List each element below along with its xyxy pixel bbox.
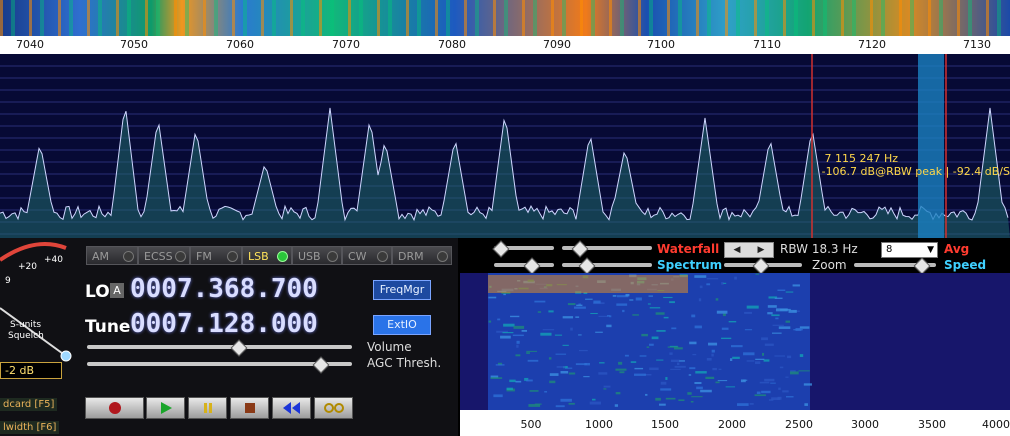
waterfall-label: Waterfall (657, 242, 720, 256)
chevron-down-icon: ▼ (927, 245, 934, 255)
freq-tick: 7070 (332, 38, 360, 51)
freqmgr-button[interactable]: FreqMgr (373, 280, 431, 300)
spectrum-range-slider[interactable] (562, 263, 652, 267)
rewind-icon (282, 402, 300, 414)
mode-am-button[interactable]: AM (86, 246, 138, 265)
waterfall-display[interactable] (0, 0, 1010, 36)
cursor-frequency-readout: 7 115 247 Hz (824, 152, 898, 165)
play-icon (160, 402, 172, 414)
mode-lsb-button[interactable]: LSB (242, 246, 292, 265)
audio-tick: 500 (520, 418, 542, 431)
freq-tick: 7130 (963, 38, 991, 51)
spectrum-label: Spectrum (657, 258, 723, 272)
freq-tick: 7100 (647, 38, 675, 51)
s-meter-title: S-units (10, 320, 42, 330)
led-icon (377, 251, 388, 262)
freq-tick: 7040 (16, 38, 44, 51)
squelch-title: Squelch (8, 331, 44, 341)
zoom-label: Zoom (812, 258, 847, 272)
lo-label: LO (85, 282, 110, 302)
s-meter-label: +40 (44, 255, 63, 265)
right-arrow-icon[interactable]: ▶ (749, 243, 773, 257)
audio-waterfall-image (488, 273, 812, 410)
tune-frequency-display[interactable]: 0007.128.000 (130, 309, 318, 339)
rbw-label: RBW 18.3 Hz (780, 242, 858, 256)
audio-tick: 3500 (918, 418, 946, 431)
soundcard-button[interactable]: dcard [F5] (0, 398, 58, 411)
volume-slider[interactable] (87, 345, 352, 349)
squelch-value[interactable]: -2 dB (0, 362, 62, 379)
audio-tick: 1000 (585, 418, 613, 431)
tune-label: Tune (85, 317, 131, 337)
mode-label: CW (348, 250, 367, 263)
led-icon (227, 251, 238, 262)
s-meter-label: +20 (18, 262, 37, 272)
lo-badge[interactable]: A (110, 283, 124, 298)
mode-fm-button[interactable]: FM (190, 246, 242, 265)
rbw-stepper[interactable]: ◀ ▶ (724, 242, 774, 258)
stop-button[interactable] (230, 397, 269, 419)
freq-tick: 7050 (120, 38, 148, 51)
led-icon (327, 251, 338, 262)
avg-label: Avg (944, 242, 970, 256)
averaging-value: 8 (886, 244, 893, 255)
mode-ecss-button[interactable]: ECSS (138, 246, 190, 265)
mode-label: FM (196, 250, 212, 263)
averaging-select[interactable]: 8 ▼ (881, 242, 938, 258)
mode-label: ECSS (144, 250, 173, 263)
s-meter-label: 9 (5, 276, 11, 286)
freq-tick: 7110 (753, 38, 781, 51)
extio-button[interactable]: ExtIO (373, 315, 431, 335)
spectrum-display[interactable] (0, 54, 1010, 238)
play-button[interactable] (146, 397, 185, 419)
record-icon (108, 402, 121, 414)
mode-label: AM (92, 250, 110, 263)
mode-usb-button[interactable]: USB (292, 246, 342, 265)
spectrum-trace (0, 54, 1010, 238)
mode-label: LSB (248, 250, 269, 263)
volume-label: Volume (367, 340, 412, 354)
led-icon (175, 251, 186, 262)
pause-button[interactable] (188, 397, 227, 419)
loop-button[interactable] (314, 397, 353, 419)
audio-frequency-axis: 500 1000 1500 2000 2500 3000 3500 4000 (460, 410, 1010, 436)
led-icon (277, 251, 288, 262)
lo-frequency-display[interactable]: 0007.368.700 (130, 274, 318, 304)
freq-tick: 7090 (543, 38, 571, 51)
bandwidth-button[interactable]: lwidth [F6] (0, 421, 60, 434)
mode-label: USB (298, 250, 321, 263)
frequency-axis[interactable]: 7040 7050 7060 7070 7080 7090 7100 7110 … (0, 36, 1010, 55)
freq-tick: 7060 (226, 38, 254, 51)
freq-tick: 7080 (438, 38, 466, 51)
mode-label: DRM (398, 250, 424, 263)
mode-cw-button[interactable]: CW (342, 246, 392, 265)
record-button[interactable] (85, 397, 144, 419)
stop-icon (244, 403, 255, 413)
audio-waterfall[interactable] (460, 273, 1010, 410)
led-icon (437, 251, 448, 262)
left-arrow-icon[interactable]: ◀ (725, 243, 749, 257)
freq-tick: 7120 (858, 38, 886, 51)
audio-tick: 3000 (851, 418, 879, 431)
loop-icon (323, 403, 344, 413)
audio-tick: 4000 (982, 418, 1010, 431)
led-icon (123, 251, 134, 262)
rewind-button[interactable] (272, 397, 311, 419)
mode-drm-button[interactable]: DRM (392, 246, 452, 265)
agc-threshold-label: AGC Thresh. (367, 356, 442, 370)
speed-label: Speed (944, 258, 987, 272)
audio-tick: 2000 (718, 418, 746, 431)
audio-tick: 1500 (651, 418, 679, 431)
cursor-level-readout: -106.7 dB@RBW peak | -92.4 dB/S (821, 165, 1010, 178)
s-meter-gauge[interactable] (0, 238, 80, 368)
audio-tick: 2500 (785, 418, 813, 431)
pause-icon (203, 403, 212, 413)
